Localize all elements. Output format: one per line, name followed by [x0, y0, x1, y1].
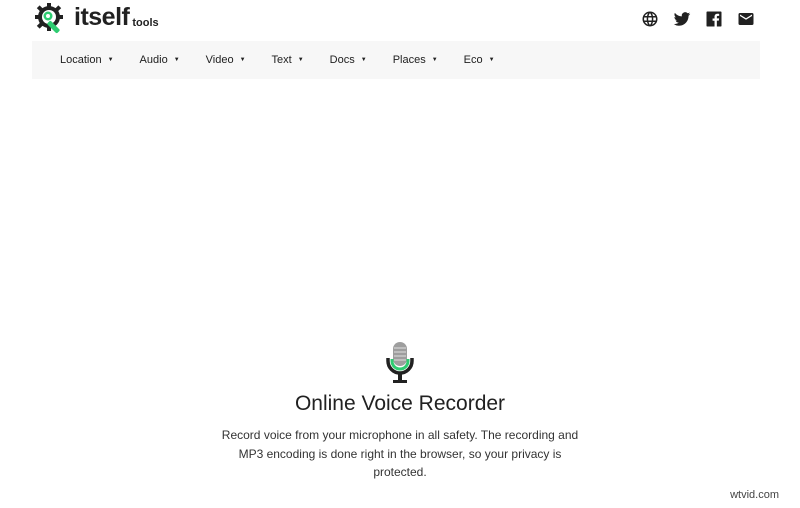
nav-item-docs[interactable]: Docs ▼ — [330, 54, 367, 66]
nav-item-label: Docs — [329, 54, 355, 66]
caret-down-icon: ▼ — [107, 57, 114, 63]
caret-down-icon: ▼ — [360, 57, 367, 63]
nav-item-label: Audio — [139, 54, 168, 66]
mail-icon[interactable] — [736, 9, 756, 29]
twitter-icon[interactable] — [672, 9, 692, 29]
nav-item-places[interactable]: Places ▼ — [393, 54, 438, 66]
nav-item-location[interactable]: Location ▼ — [60, 54, 114, 66]
microphone-icon — [386, 342, 414, 383]
nav-item-audio[interactable]: Audio ▼ — [140, 54, 180, 66]
caret-down-icon: ▼ — [173, 57, 180, 63]
caret-down-icon: ▼ — [431, 57, 438, 63]
page-description: Record voice from your microphone in all… — [221, 428, 579, 479]
hero-section: Online Voice Recorder Record voice from … — [0, 340, 800, 482]
caret-down-icon: ▼ — [239, 57, 246, 63]
watermark: wtvid.com — [727, 488, 782, 502]
caret-down-icon: ▼ — [297, 57, 304, 63]
facebook-icon[interactable] — [704, 9, 724, 29]
gear-wrench-logo-icon — [35, 3, 63, 34]
main-nav: Location ▼ Audio ▼ Video ▼ Text ▼ Docs ▼… — [32, 41, 760, 79]
caret-down-icon: ▼ — [488, 57, 495, 63]
nav-item-text[interactable]: Text ▼ — [272, 54, 304, 66]
nav-item-label: Eco — [463, 54, 483, 66]
page-title: Online Voice Recorder — [294, 392, 506, 415]
logo-subtext: tools — [132, 17, 159, 29]
nav-item-label: Video — [205, 54, 234, 66]
globe-icon[interactable] — [640, 9, 660, 29]
nav-item-label: Text — [271, 54, 292, 66]
nav-item-eco[interactable]: Eco ▼ — [464, 54, 495, 66]
nav-item-video[interactable]: Video ▼ — [206, 54, 246, 66]
nav-item-label: Places — [392, 54, 426, 66]
page: itself tools Location ▼ Audio ▼ Video ▼ … — [0, 0, 800, 508]
site-logo[interactable]: itself tools — [34, 2, 159, 36]
header-social-icons — [640, 9, 756, 29]
site-header: itself tools — [0, 0, 800, 40]
nav-item-label: Location — [60, 54, 102, 66]
logo-text: itself — [74, 3, 130, 31]
